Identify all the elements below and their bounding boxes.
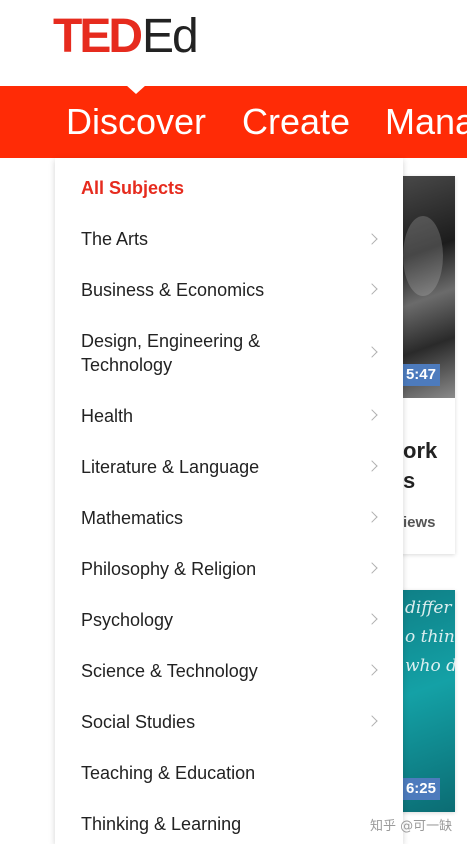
menu-item-social-studies[interactable]: Social Studies bbox=[81, 710, 383, 734]
logo-ed-text: Ed bbox=[142, 10, 199, 63]
menu-item-business-economics[interactable]: Business & Economics bbox=[81, 278, 383, 302]
menu-item-health[interactable]: Health bbox=[81, 404, 383, 428]
menu-item-science-technology[interactable]: Science & Technology bbox=[81, 659, 383, 683]
menu-item-literature-language[interactable]: Literature & Language bbox=[81, 455, 383, 479]
duration-badge: 5:47 bbox=[399, 364, 440, 386]
thumbnail-text: differ o thin who do bbox=[405, 598, 455, 676]
nav-discover[interactable]: Discover bbox=[66, 102, 206, 142]
lesson-card[interactable]: differ o thin who do 6:25 bbox=[395, 590, 455, 812]
menu-item-thinking-learning[interactable]: Thinking & Learning bbox=[81, 812, 383, 836]
lesson-views: iews bbox=[403, 514, 436, 531]
menu-item-design-engineering-technology[interactable]: Design, Engineering & Technology bbox=[81, 329, 383, 377]
menu-item-teaching-education[interactable]: Teaching & Education bbox=[81, 761, 383, 785]
main-nav: Discover Create Mana bbox=[0, 86, 467, 158]
thumbnail-figure bbox=[403, 216, 443, 296]
lesson-title[interactable]: ork s bbox=[403, 436, 437, 496]
menu-item-mathematics[interactable]: Mathematics bbox=[81, 506, 383, 530]
ted-ed-logo[interactable]: TED Ed bbox=[53, 10, 199, 63]
lesson-card[interactable]: 5:47 ork s iews bbox=[395, 176, 455, 554]
nav-active-indicator bbox=[126, 86, 146, 94]
duration-badge: 6:25 bbox=[399, 778, 440, 800]
menu-item-psychology[interactable]: Psychology bbox=[81, 608, 383, 632]
nav-manage[interactable]: Mana bbox=[385, 102, 467, 142]
watermark: 知乎 @可一缺 bbox=[370, 819, 453, 834]
menu-item-the-arts[interactable]: The Arts bbox=[81, 227, 383, 251]
nav-create[interactable]: Create bbox=[242, 102, 350, 142]
logo-ted-text: TED bbox=[53, 10, 143, 63]
subjects-dropdown: All Subjects The Arts Business & Economi… bbox=[55, 158, 403, 844]
menu-item-all-subjects[interactable]: All Subjects bbox=[81, 176, 383, 200]
header: TED Ed bbox=[0, 0, 467, 86]
menu-item-philosophy-religion[interactable]: Philosophy & Religion bbox=[81, 557, 383, 581]
